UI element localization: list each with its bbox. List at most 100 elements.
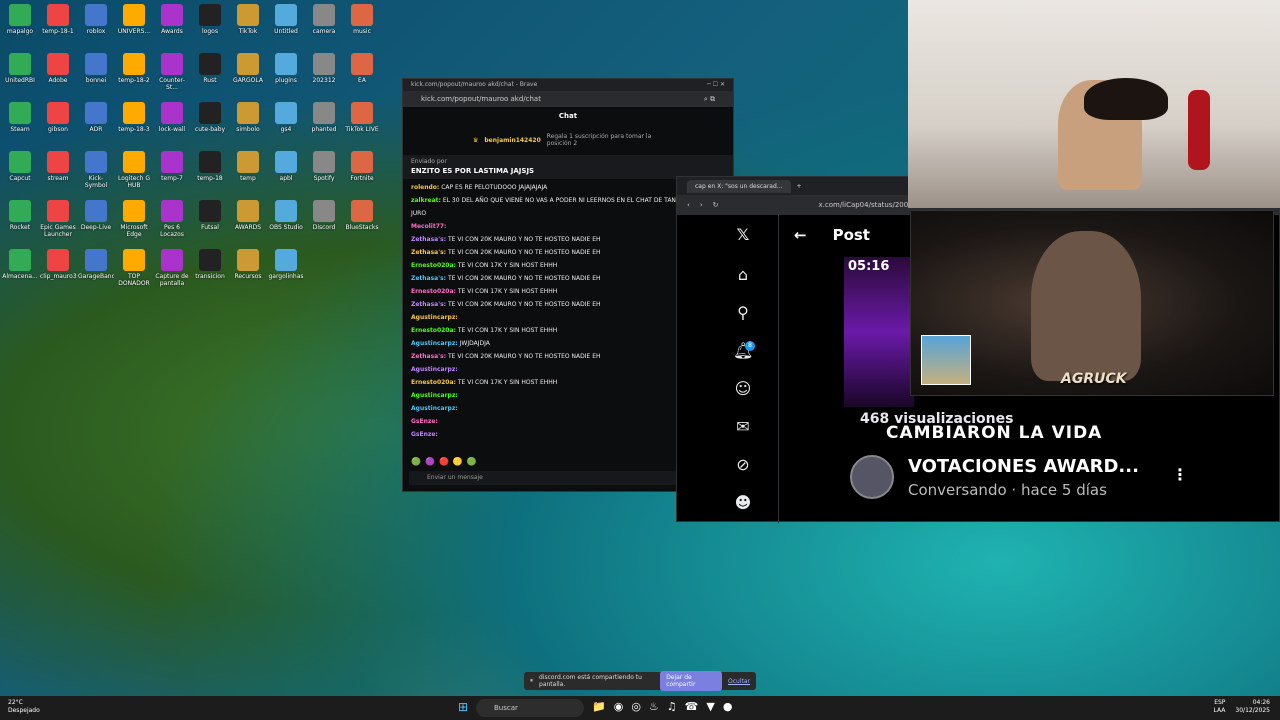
home-icon[interactable]: ⌂ [733,265,753,285]
desktop-icon[interactable]: BlueStacks [344,200,380,242]
desktop-icon[interactable]: Deep-Live [78,200,114,242]
x-tab[interactable]: cap en X: "sos un descarad... [687,179,791,193]
pinned-user[interactable]: benjamin142420 [484,137,540,144]
desktop-icon[interactable]: AWARDS [230,200,266,242]
desktop-icon[interactable]: cute-baby [192,102,228,144]
emote-bar[interactable]: 🟢 🟣 🔴 🟡 🟢 [411,457,477,466]
desktop-icon[interactable]: Untitled [268,4,304,46]
desktop-icon[interactable]: Capture de pantalla [154,249,190,291]
desktop-icon[interactable]: transicion [192,249,228,291]
edge-icon[interactable]: ◉ [614,700,624,713]
desktop-icon[interactable]: Epic Games Launcher [40,200,76,242]
emote-icon[interactable]: 🟢 [411,457,421,466]
chat-username[interactable]: Zethasa's: [411,249,446,256]
desktop-icon[interactable]: plugins [268,53,304,95]
desktop-icon[interactable]: OBS Studio [268,200,304,242]
chat-username[interactable]: Zethasa's: [411,301,446,308]
desktop-icon[interactable]: Adobe [40,53,76,95]
desktop-icon[interactable]: TikTok [230,4,266,46]
emote-icon[interactable]: 🟣 [425,457,435,466]
stop-sharing-button[interactable]: Dejar de compartir [660,671,722,691]
desktop-icon[interactable]: temp-18 [192,151,228,193]
desktop-icon[interactable]: 202312 [306,53,342,95]
chat-username[interactable]: rolendo: [411,184,439,191]
chat-username[interactable]: Agustincarpz: [411,405,458,412]
community-card[interactable]: VOTACIONES AWARD... Conversando · hace 5… [850,455,1139,499]
desktop-icon[interactable]: gibson [40,102,76,144]
obs-icon[interactable]: ● [723,700,733,713]
emote-icon[interactable]: 🟢 [467,457,477,466]
desktop-icon[interactable]: phanted [306,102,342,144]
desktop-icon[interactable]: mapalgo [2,4,38,46]
desktop-icon[interactable]: TOP DONADOR [116,249,152,291]
chat-username[interactable]: GsEnze: [411,418,438,425]
desktop-icon[interactable]: temp-18-3 [116,102,152,144]
emote-icon[interactable]: 🔴 [439,457,449,466]
weather-widget[interactable]: 22°C Despejado [8,699,40,715]
chat-username[interactable]: Zethasa's: [411,275,446,282]
desktop-icon[interactable]: Futsal [192,200,228,242]
slash-circle-icon[interactable]: ⊘ [733,455,753,475]
desktop-icon[interactable]: Counter-St... [154,53,190,95]
steam-icon[interactable]: ♨ [649,700,659,713]
mail-icon[interactable]: ✉ [733,417,753,437]
desktop-icon[interactable]: UnitedRBI [2,53,38,95]
desktop-icon[interactable]: Almacena... [2,249,38,291]
desktop-icon[interactable]: temp-18-1 [40,4,76,46]
chat-username[interactable]: Mecolit77: [411,223,446,230]
add-person-icon[interactable]: ☺ [733,379,753,399]
chat-username[interactable]: Agustincarpz: [411,392,458,399]
back-arrow-icon[interactable]: ‹ [687,201,690,209]
desktop-icon[interactable]: apbl [268,151,304,193]
reload-icon[interactable]: ↻ [713,201,719,209]
desktop-icon[interactable]: lock-wall [154,102,190,144]
desktop-icon[interactable]: roblox [78,4,114,46]
chat-username[interactable]: Ernesto020a: [411,327,456,334]
desktop-icon[interactable]: temp [230,151,266,193]
spotify-icon[interactable]: ♫ [667,700,677,713]
desktop-icon[interactable]: Microsoft Edge [116,200,152,242]
taskbar-search[interactable]: Buscar [476,699,584,717]
zoom-icon[interactable]: ⌕ ⧉ [704,95,715,103]
chat-username[interactable]: Ernesto020a: [411,262,456,269]
desktop-icon[interactable]: Awards [154,4,190,46]
brave-icon[interactable]: ▼ [706,700,714,713]
chat-username[interactable]: Zethasa's: [411,236,446,243]
desktop-icon[interactable]: Kick-Symbol [78,151,114,193]
chat-username[interactable]: GsEnze: [411,431,438,438]
desktop-icon[interactable]: UNIVERS... [116,4,152,46]
system-tray[interactable]: ESP LAA 04:26 30/12/2025 [1214,699,1270,715]
chrome-icon[interactable]: ◎ [631,700,641,713]
window-controls-icon[interactable]: ─ ☐ ✕ [707,81,725,89]
chat-username[interactable]: Ernesto020a: [411,379,456,386]
discord-icon[interactable]: ☎ [685,700,699,713]
back-icon[interactable]: ← [794,226,807,244]
chat-username[interactable]: Agustincarpz: [411,314,458,321]
desktop-icon[interactable]: TikTok LIVE [344,102,380,144]
desktop-icon[interactable]: camera [306,4,342,46]
desktop-icon[interactable]: Logitech G HUB [116,151,152,193]
x-logo-icon[interactable]: 𝕏 [733,225,753,245]
hide-share-bar-button[interactable]: Ocultar [728,678,750,685]
desktop-icon[interactable]: simbolo [230,102,266,144]
desktop-icon[interactable]: logos [192,4,228,46]
desktop-icon[interactable]: Recursos [230,249,266,291]
desktop-icon[interactable]: Discord [306,200,342,242]
desktop-icon[interactable]: EA [344,53,380,95]
desktop-icon[interactable]: music [344,4,380,46]
chat-username[interactable]: zalkreat: [411,197,441,204]
desktop-icon[interactable]: Pes 6 Locazos [154,200,190,242]
chat-username[interactable]: Agustincarpz: [411,366,458,373]
desktop-icon[interactable]: temp-18-2 [116,53,152,95]
file-explorer-icon[interactable]: 📁 [592,700,606,713]
desktop-icon[interactable]: GARGOLA [230,53,266,95]
desktop-icon[interactable]: ADR [78,102,114,144]
desktop-icon[interactable]: GarageBand [78,249,114,291]
search-icon[interactable]: ⚲ [733,303,753,323]
desktop-icon[interactable]: Rust [192,53,228,95]
forward-arrow-icon[interactable]: › [700,201,703,209]
desktop-icon[interactable]: gargolinhas [268,249,304,291]
emote-icon[interactable]: 🟡 [453,457,463,466]
desktop-icon[interactable]: Capcut [2,151,38,193]
desktop-icon[interactable]: Fortnite [344,151,380,193]
